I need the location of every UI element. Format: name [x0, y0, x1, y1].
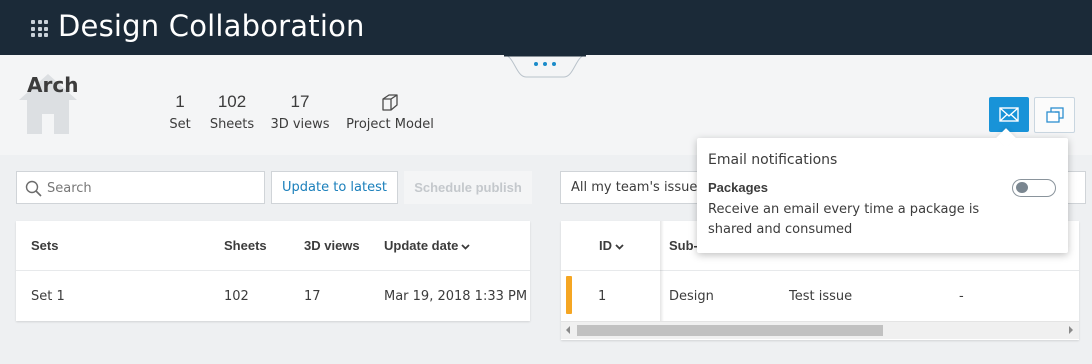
cell-extra: - [959, 289, 964, 304]
stat-sets-value: 1 [175, 92, 185, 111]
search-icon [25, 180, 42, 197]
issues-filter-select[interactable]: All my team's issues [560, 171, 700, 204]
stat-sets-label: Set [169, 117, 191, 132]
col-header-update-date-label: Update date [384, 238, 459, 253]
stat-3d-views: 17 3D views [268, 92, 332, 132]
col-header-3d-views[interactable]: 3D views [304, 238, 360, 253]
scroll-right-arrow-icon[interactable] [1069, 326, 1073, 334]
stat-3d-views-value: 17 [290, 92, 310, 111]
row-divider [16, 270, 530, 271]
email-notifications-popover: Email notifications Packages Receive an … [697, 128, 1068, 253]
col-header-update-date[interactable]: Update date [384, 238, 471, 253]
email-notifications-button[interactable] [989, 97, 1029, 132]
issues-filter-edge[interactable] [1066, 171, 1086, 204]
col-header-id[interactable]: ID [599, 238, 624, 253]
stat-sheets: 102 Sheets [207, 92, 257, 132]
search-box[interactable] [16, 171, 265, 204]
collapse-header-tab[interactable] [504, 55, 586, 79]
top-bar: Design Collaboration [0, 0, 1092, 55]
scroll-thumb[interactable] [577, 325, 883, 336]
horizontal-scrollbar[interactable] [561, 321, 1079, 339]
scroll-left-arrow-icon[interactable] [566, 326, 570, 334]
sort-down-icon [615, 243, 624, 250]
stat-sets: 1 Set [168, 92, 192, 132]
row-divider [561, 270, 1079, 271]
more-dots-icon [534, 61, 556, 67]
cell-sheets: 102 [224, 289, 249, 304]
col-header-id-label: ID [599, 238, 612, 253]
packages-label: Packages [708, 180, 768, 195]
cell-id: 1 [598, 289, 607, 304]
apps-grid-icon[interactable] [31, 20, 48, 37]
schedule-publish-button[interactable]: Schedule publish [404, 171, 532, 204]
cell-set[interactable]: Set 1 [31, 289, 65, 304]
search-input[interactable] [47, 178, 257, 198]
sets-table: Sets Sheets 3D views Update date Set 1 1… [16, 221, 530, 321]
stat-3d-views-label: 3D views [270, 117, 330, 132]
project-model-link[interactable]: Project Model [345, 92, 435, 132]
popover-title: Email notifications [708, 152, 838, 168]
col-header-sheets[interactable]: Sheets [224, 238, 267, 253]
cube-icon [382, 94, 398, 111]
toggle-knob [1016, 182, 1028, 193]
priority-indicator [566, 276, 572, 314]
update-to-latest-button[interactable]: Update to latest [271, 171, 398, 204]
mail-icon [999, 107, 1019, 122]
frozen-column-shadow [660, 221, 664, 321]
project-name: Arch [27, 73, 79, 97]
packages-description: Receive an email every time a package is… [708, 202, 980, 237]
cell-3d-views: 17 [304, 289, 321, 304]
packages-toggle[interactable] [1012, 179, 1056, 197]
app-title: Design Collaboration [58, 9, 365, 43]
col-header-sets[interactable]: Sets [31, 238, 58, 253]
cell-update-date: Mar 19, 2018 1:33 PM [384, 289, 528, 304]
cell-title[interactable]: Test issue [789, 289, 852, 304]
sort-down-icon [461, 243, 471, 250]
stat-sheets-label: Sheets [209, 117, 255, 132]
col-header-sub[interactable]: Sub- [669, 238, 698, 253]
cell-sub-type: Design [669, 289, 714, 304]
stat-sheets-value: 102 [217, 92, 247, 111]
project-model-label: Project Model [346, 117, 434, 132]
copy-icon [1046, 107, 1064, 123]
copy-link-button[interactable] [1034, 97, 1075, 133]
